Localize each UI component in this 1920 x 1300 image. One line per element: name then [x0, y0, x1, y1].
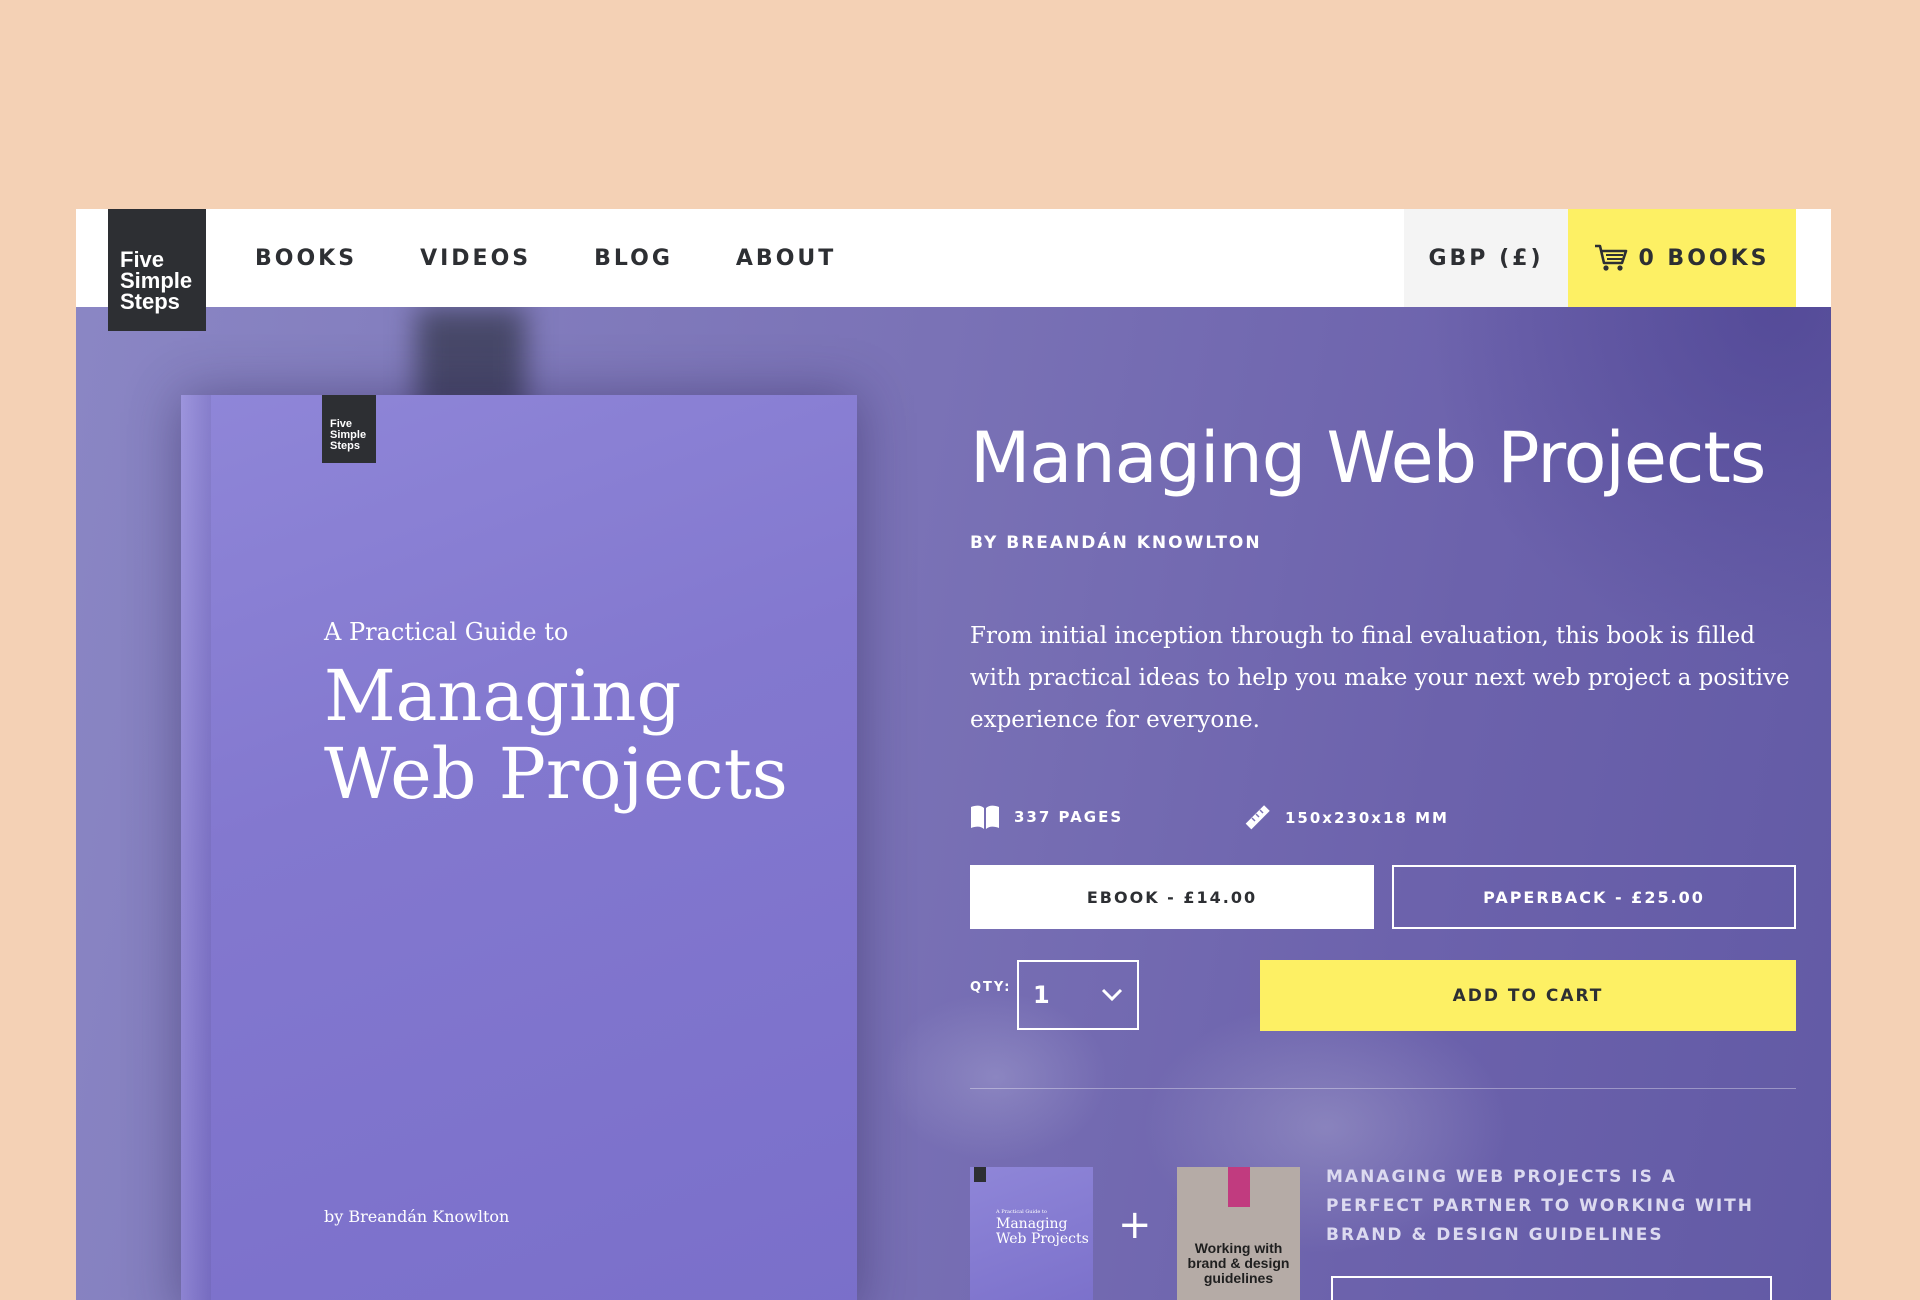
thumb-band	[1228, 1167, 1250, 1207]
book-cover-author: by Breandán Knowlton	[324, 1207, 510, 1226]
product-description: From initial inception through to final …	[970, 623, 1790, 733]
divider	[970, 1088, 1796, 1089]
nav-about[interactable]: ABOUT	[736, 246, 836, 271]
plus-icon: +	[1118, 1202, 1152, 1248]
product-title: Managing Web Projects	[970, 417, 1766, 499]
page-count-text: 337 PAGES	[1014, 808, 1124, 826]
site-frame: Five Simple Steps BOOKS VIDEOS BLOG ABOU…	[76, 209, 1831, 1300]
bundle-button[interactable]	[1331, 1276, 1772, 1300]
logo-line: Five	[120, 247, 165, 272]
product-byline[interactable]: BY BREANDÁN KNOWLTON	[970, 533, 1262, 553]
cart-icon	[1595, 244, 1628, 271]
book-cover-subtitle: A Practical Guide to	[324, 618, 569, 646]
thumb-title: Managing Web Projects	[996, 1216, 1089, 1247]
book-cover-image: Five Simple Steps A Practical Guide to M…	[181, 395, 857, 1300]
bundle-promo-text: MANAGING WEB PROJECTS IS A PERFECT PARTN…	[1326, 1167, 1754, 1245]
cart-label: 0 BOOKS	[1638, 245, 1770, 271]
currency-selector[interactable]: GBP (£)	[1404, 209, 1568, 307]
book-cover-title-line: Web Projects	[324, 733, 788, 815]
dimensions-text: 150x230x18 MM	[1285, 809, 1449, 827]
bundle-book-thumb-managing-web-projects[interactable]: A Practical Guide to Managing Web Projec…	[970, 1167, 1093, 1300]
logo[interactable]: Five Simple Steps	[108, 209, 206, 331]
product-hero: Five Simple Steps A Practical Guide to M…	[76, 307, 1831, 1300]
nav-blog[interactable]: BLOG	[594, 246, 673, 271]
thumb-subtitle: A Practical Guide to	[996, 1209, 1047, 1215]
main-nav: BOOKS VIDEOS BLOG ABOUT	[255, 209, 899, 307]
dimensions: 150x230x18 MM	[1243, 804, 1449, 832]
chevron-down-icon	[1101, 988, 1123, 1002]
book-logo-line: Steps	[330, 440, 360, 452]
bundle-book-thumb-brand-guidelines[interactable]: Working with brand & design guidelines	[1177, 1167, 1300, 1300]
page-count: 337 PAGES	[970, 804, 1123, 830]
ruler-icon	[1245, 805, 1270, 830]
add-to-cart-button[interactable]: ADD TO CART	[1260, 960, 1796, 1031]
qty-label: QTY:	[970, 980, 1012, 995]
nav-videos[interactable]: VIDEOS	[420, 246, 531, 271]
cart-button[interactable]: 0 BOOKS	[1568, 209, 1796, 307]
ebook-option-button[interactable]: EBOOK - £14.00	[970, 865, 1374, 929]
thumb-title: Working with brand & design guidelines	[1187, 1240, 1290, 1286]
book-cover-title: Managing Web Projects	[324, 657, 844, 813]
quantity-value: 1	[1033, 981, 1050, 1009]
nav-books[interactable]: BOOKS	[255, 246, 357, 271]
thumb-logo	[974, 1167, 986, 1182]
quantity-select[interactable]: 1	[1017, 960, 1139, 1030]
book-cover-title-line: Managing	[324, 655, 682, 737]
book-spine	[181, 395, 211, 1300]
logo-line: Steps	[120, 289, 180, 314]
book-icon	[971, 805, 999, 829]
logo-line: Simple	[120, 268, 193, 293]
paperback-option-button[interactable]: PAPERBACK - £25.00	[1392, 865, 1796, 929]
site-header: Five Simple Steps BOOKS VIDEOS BLOG ABOU…	[76, 209, 1831, 331]
book-cover-logo: Five Simple Steps	[322, 395, 376, 463]
